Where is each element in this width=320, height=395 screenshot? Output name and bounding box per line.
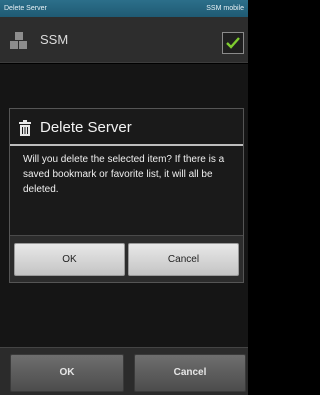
status-bar: Delete Server SSM mobile (0, 0, 248, 17)
bottom-action-bar: OK Cancel (0, 347, 248, 395)
delete-server-dialog: Delete Server Will you delete the select… (9, 108, 244, 283)
dialog-title: Delete Server (40, 119, 132, 136)
bottom-ok-button[interactable]: OK (10, 354, 124, 392)
select-checkbox[interactable] (222, 32, 244, 54)
app-blocks-icon (10, 32, 27, 49)
checkmark-icon (226, 37, 240, 49)
dialog-cancel-button[interactable]: Cancel (128, 243, 239, 276)
dialog-button-bar: OK Cancel (10, 235, 243, 282)
bottom-cancel-button[interactable]: Cancel (134, 354, 246, 392)
dialog-header: Delete Server (10, 109, 243, 146)
app-title: SSM (40, 32, 69, 47)
status-bar-title: Delete Server (4, 5, 47, 12)
dialog-message: Will you delete the selected item? If th… (23, 154, 225, 195)
trash-icon (19, 120, 31, 136)
app-header: SSM (0, 17, 248, 63)
dialog-ok-button[interactable]: OK (14, 243, 125, 276)
status-bar-app-name: SSM mobile (206, 5, 244, 12)
